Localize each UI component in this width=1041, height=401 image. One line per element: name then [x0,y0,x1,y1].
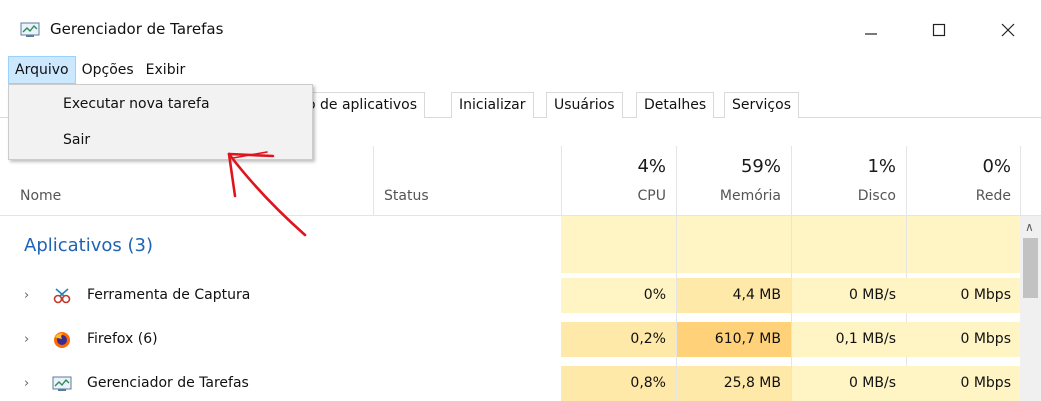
scroll-thumb[interactable] [1023,238,1038,298]
header-cpu-percent: 4% [637,156,666,177]
menu-exibir[interactable]: Exibir [140,56,192,84]
cell-cpu: 0,8% [630,375,666,391]
firefox-icon [54,332,70,348]
minimize-icon [865,33,877,35]
header-status[interactable]: Status [384,188,429,204]
menu-bar: Arquivo Opções Exibir [0,56,1041,84]
column-separator [373,146,374,216]
menu-arquivo[interactable]: Arquivo [8,56,76,84]
header-memory-percent: 59% [740,156,781,177]
cell-memory: 25,8 MB [723,375,781,391]
chevron-up-icon[interactable]: ∧ [1025,220,1034,234]
menu-item-exit[interactable]: Sair [63,132,90,148]
task-manager-icon [52,376,72,391]
cell-network: 0 Mbps [960,287,1011,303]
cell-memory: 610,7 MB [714,331,781,347]
row-name: Firefox (6) [87,331,158,347]
maximize-button[interactable] [916,14,962,46]
file-menu-dropdown: Executar nova tarefa Sair [8,84,313,160]
header-network-percent: 0% [982,156,1011,177]
column-separator [676,146,677,216]
snipping-tool-icon [53,288,71,304]
tab-startup[interactable]: Inicializar [451,92,534,118]
header-disk[interactable]: Disco [858,188,896,204]
table-row[interactable]: › Ferramenta de Captura 0% 4,4 MB 0 MB/s… [0,278,1020,313]
group-title-apps[interactable]: Aplicativos (3) [24,235,153,256]
title-bar: Gerenciador de Tarefas [0,0,1041,56]
header-cpu[interactable]: CPU [638,188,666,204]
close-icon [1001,23,1015,37]
menu-item-run-new-task[interactable]: Executar nova tarefa [63,96,210,112]
tab-services[interactable]: Serviços [724,92,799,118]
header-memory[interactable]: Memória [720,188,781,204]
table-row[interactable]: › Firefox (6) 0,2% 610,7 MB 0,1 MB/s 0 M… [0,322,1020,357]
column-separator [791,146,792,216]
tab-app-history[interactable]: o de aplicativos [300,92,426,118]
cell-network: 0 Mbps [960,331,1011,347]
header-name[interactable]: Nome [20,188,61,204]
header-network[interactable]: Rede [976,188,1011,204]
menu-opcoes[interactable]: Opções [76,56,140,84]
chevron-right-icon[interactable]: › [24,332,29,347]
table-row[interactable]: › Gerenciador de Tarefas 0,8% 25,8 MB 0 … [0,366,1020,401]
cell-cpu: 0,2% [630,331,666,347]
column-separator [561,146,562,216]
close-button[interactable] [985,14,1031,46]
cell-cpu: 0% [643,287,666,303]
chevron-right-icon[interactable]: › [24,376,29,391]
window-title: Gerenciador de Tarefas [50,20,224,38]
row-name: Gerenciador de Tarefas [87,375,249,391]
cell-disk: 0 MB/s [848,287,896,303]
column-separator [906,146,907,216]
tab-users[interactable]: Usuários [546,92,623,118]
maximize-icon [932,23,946,37]
minimize-button[interactable] [848,14,894,46]
task-manager-icon [20,22,40,37]
column-separator [1020,146,1021,216]
row-name: Ferramenta de Captura [87,287,251,303]
vertical-scrollbar[interactable]: ∧ [1020,216,1041,401]
cell-network: 0 Mbps [960,375,1011,391]
cell-disk: 0 MB/s [848,375,896,391]
cell-memory: 4,4 MB [732,287,781,303]
header-disk-percent: 1% [867,156,896,177]
cell-disk: 0,1 MB/s [835,331,896,347]
tab-details[interactable]: Detalhes [636,92,715,118]
chevron-right-icon[interactable]: › [24,288,29,303]
